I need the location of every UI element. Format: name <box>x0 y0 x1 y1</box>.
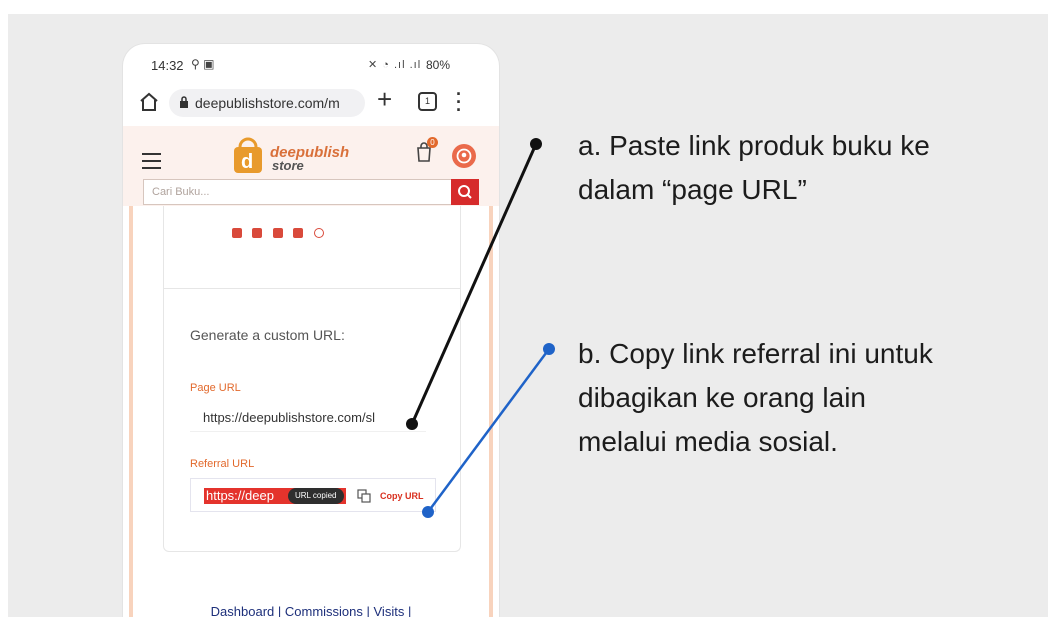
connector-dot-b-end <box>543 343 555 355</box>
annotation-b: b. Copy link referral ini untuk dibagika… <box>578 332 933 464</box>
annotation-b-line1: b. Copy link referral ini untuk <box>578 338 933 369</box>
slide-background: 14:32 ⚲ ▣ ✕ ◔ .ıl .ıl 80% deepublishstor… <box>8 14 1048 617</box>
annotation-a-line2: dalam “page URL” <box>578 174 807 205</box>
annotation-b-line2: dibagikan ke orang lain <box>578 382 866 413</box>
connector-line-a <box>410 143 538 425</box>
connector-dot-a-start <box>406 418 418 430</box>
annotation-a: a. Paste link produk buku ke dalam “page… <box>578 124 930 212</box>
annotation-a-line1: a. Paste link produk buku ke <box>578 130 930 161</box>
connector-dot-b-start <box>422 506 434 518</box>
annotation-connectors <box>406 138 555 518</box>
connector-dot-a-end <box>530 138 542 150</box>
annotation-b-line3: melalui media sosial. <box>578 426 838 457</box>
connector-line-b <box>426 348 551 513</box>
